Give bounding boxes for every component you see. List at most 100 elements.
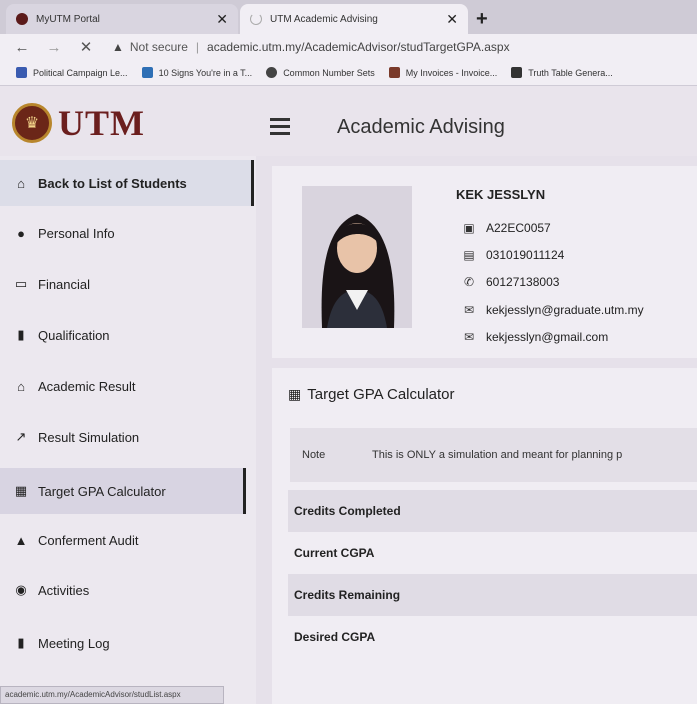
sidebar-item-label: Personal Info: [38, 225, 115, 241]
bookmark-favicon-icon: [141, 67, 153, 78]
sidebar-item-label: Qualification: [38, 327, 110, 343]
credits-completed-row: Credits Completed: [288, 490, 697, 532]
student-photo: [302, 186, 412, 328]
forward-arrow-icon[interactable]: →: [42, 39, 66, 56]
sidebar: ⌂ Back to List of Students ● Personal In…: [0, 156, 256, 704]
bookmark-favicon-icon: [16, 67, 27, 78]
phone-number: 60127138003: [486, 275, 560, 289]
sidebar-item-result-simulation[interactable]: ↗ Result Simulation: [0, 414, 254, 460]
notebook-icon: ▮: [17, 635, 25, 650]
tab-title: UTM Academic Advising: [270, 13, 378, 25]
warning-icon: ▲: [112, 40, 124, 54]
bookmark-label: Political Campaign Le...: [33, 67, 128, 78]
security-label: Not secure: [129, 40, 188, 54]
url-text: academic.utm.my/AcademicAdvisor/studTarg…: [207, 40, 510, 54]
bookmark-label: Common Number Sets: [283, 67, 375, 78]
sidebar-item-meeting-log[interactable]: ▮ Meeting Log: [0, 620, 254, 666]
email-row: ✉ kekjesslyn@gmail.com: [462, 330, 608, 344]
money-icon: ▭: [14, 276, 28, 291]
divider: |: [195, 40, 200, 54]
tab-academic-advising[interactable]: UTM Academic Advising ✕: [240, 4, 468, 34]
section-title: ▦ Target GPA Calculator: [288, 386, 455, 403]
tab-myutm-portal[interactable]: MyUTM Portal ✕: [6, 4, 238, 34]
sidebar-item-financial[interactable]: ▭ Financial: [0, 261, 254, 307]
bookmark-label: Truth Table Genera...: [528, 67, 613, 78]
menu-toggle-icon[interactable]: [270, 118, 290, 139]
sidebar-item-qualification[interactable]: ▮ Qualification: [0, 312, 254, 358]
envelope-icon: ✉: [463, 330, 475, 344]
row-label: Current CGPA: [294, 546, 375, 560]
bookmark-item[interactable]: My Invoices - Invoice...: [388, 67, 498, 78]
matric-row: ▣ A22EC0057: [462, 221, 551, 235]
calculator-icon: ▦: [288, 386, 302, 402]
page-title: Academic Advising: [337, 116, 505, 138]
note-text: This is ONLY a simulation and meant for …: [372, 449, 623, 461]
student-name: KEK JESSLYN: [456, 187, 546, 202]
target-gpa-card: ▦ Target GPA Calculator Note This is ONL…: [272, 368, 697, 704]
bookmark-item[interactable]: Political Campaign Le...: [16, 67, 128, 78]
sidebar-item-label: Back to List of Students: [38, 175, 187, 191]
main-content: KEK JESSLYN ▣ A22EC0057 ▤ 031019011124 ✆…: [256, 156, 697, 704]
address-card-icon: ▤: [463, 248, 475, 262]
sidebar-item-label: Result Simulation: [38, 429, 140, 445]
note-banner: Note This is ONLY a simulation and meant…: [290, 428, 697, 482]
home-icon: ⌂: [17, 175, 25, 191]
sidebar-item-back-to-list[interactable]: ⌂ Back to List of Students: [0, 160, 254, 206]
browser-tab-bar: MyUTM Portal ✕ UTM Academic Advising ✕ +: [0, 0, 697, 34]
bookmark-label: 10 Signs You're in a T...: [158, 67, 253, 78]
tab-title: MyUTM Portal: [36, 13, 100, 25]
student-profile-card: KEK JESSLYN ▣ A22EC0057 ▤ 031019011124 ✆…: [272, 166, 697, 358]
row-label: Credits Remaining: [294, 588, 401, 602]
ic-row: ▤ 031019011124: [462, 248, 564, 262]
bookmark-favicon-icon: [266, 67, 278, 78]
phone-row: ✆ 60127138003: [462, 275, 559, 289]
email-personal: kekjesslyn@gmail.com: [486, 330, 609, 344]
sidebar-item-label: Target GPA Calculator: [38, 483, 166, 499]
bookmark-item[interactable]: 10 Signs You're in a T...: [141, 67, 253, 78]
sidebar-item-label: Financial: [38, 276, 91, 292]
app-header: ♛ UTM Academic Advising: [0, 86, 697, 156]
chart-icon: ↗: [15, 429, 27, 444]
sidebar-item-activities[interactable]: ◉ Activities: [0, 567, 254, 613]
note-label: Note: [302, 449, 326, 461]
calculator-icon: ▦: [14, 483, 28, 498]
sidebar-item-label: Academic Result: [38, 378, 136, 394]
bookmark-item[interactable]: Common Number Sets: [266, 67, 375, 78]
close-tab-icon[interactable]: ✕: [446, 11, 458, 28]
credits-remaining-row: Credits Remaining: [288, 574, 697, 616]
new-tab-button[interactable]: +: [476, 8, 488, 31]
sidebar-item-personal-info[interactable]: ● Personal Info: [0, 210, 254, 256]
address-bar[interactable]: ▲ Not secure | academic.utm.my/AcademicA…: [112, 37, 697, 57]
bookmark-item[interactable]: Truth Table Genera...: [511, 67, 613, 78]
matric-number: A22EC0057: [486, 221, 551, 235]
student-photo-image: [302, 186, 412, 328]
envelope-icon: ✉: [463, 303, 475, 317]
desired-cgpa-row: Desired CGPA: [288, 616, 697, 658]
row-label: Credits Completed: [294, 504, 401, 518]
close-tab-icon[interactable]: ✕: [216, 11, 228, 28]
bookmark-favicon-icon: [511, 67, 523, 78]
utm-emblem-icon: ♛: [12, 103, 52, 143]
phone-icon: ✆: [463, 275, 475, 289]
sidebar-item-label: Activities: [38, 582, 90, 598]
back-arrow-icon[interactable]: ←: [10, 39, 34, 56]
loading-spinner-icon: [250, 13, 262, 25]
bookmark-favicon-icon: [388, 67, 400, 78]
stop-loading-icon[interactable]: ✕: [74, 38, 98, 56]
logo-text: UTM: [58, 103, 145, 143]
row-label: Desired CGPA: [294, 630, 376, 644]
sidebar-item-target-gpa-calculator[interactable]: ▦ Target GPA Calculator: [0, 468, 246, 514]
section-title-text: Target GPA Calculator: [307, 386, 455, 403]
bank-icon: ⌂: [17, 378, 25, 394]
ic-number: 031019011124: [486, 248, 565, 262]
sidebar-item-conferment-audit[interactable]: ▲ Conferment Audit: [0, 517, 254, 563]
graduation-cap-icon: ▲: [14, 532, 28, 548]
book-icon: ▮: [17, 327, 25, 342]
myutm-favicon-icon: [16, 13, 28, 25]
sidebar-item-academic-result[interactable]: ⌂ Academic Result: [0, 363, 254, 409]
utm-logo[interactable]: ♛ UTM: [12, 102, 145, 144]
bookmark-label: My Invoices - Invoice...: [405, 67, 498, 78]
status-bar-url: academic.utm.my/AcademicAdvisor/studList…: [0, 686, 224, 704]
current-cgpa-row: Current CGPA: [288, 532, 697, 574]
email-graduate: kekjesslyn@graduate.utm.my: [486, 303, 644, 317]
